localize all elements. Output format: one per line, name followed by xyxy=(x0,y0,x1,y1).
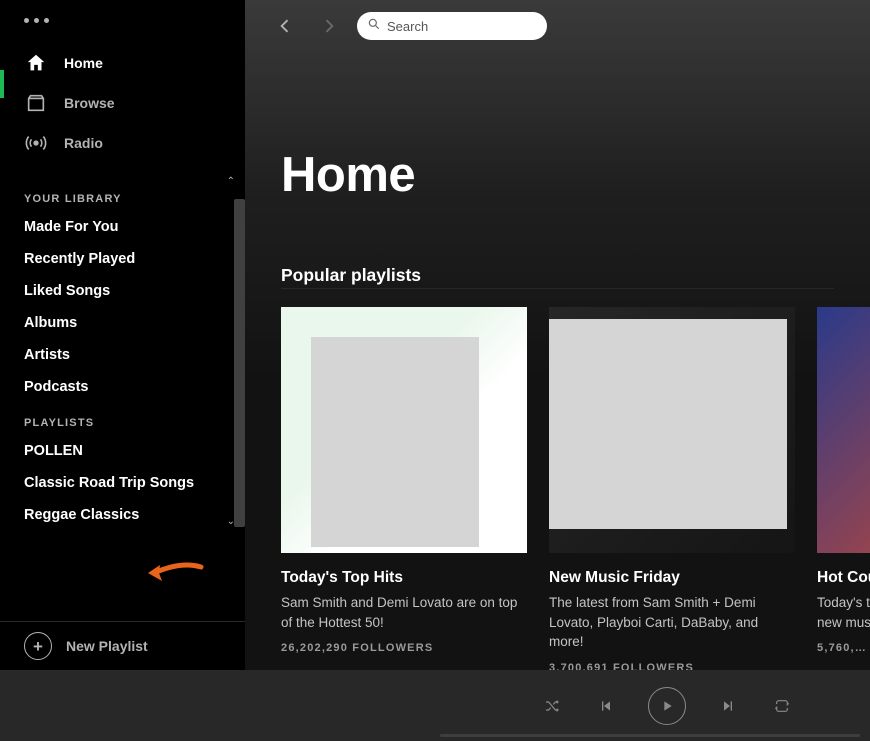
nav-browse-label: Browse xyxy=(64,95,115,111)
active-indicator xyxy=(0,70,4,98)
progress-bar[interactable] xyxy=(440,734,860,737)
scrollbar-thumb[interactable] xyxy=(234,199,245,527)
plus-icon: + xyxy=(24,632,52,660)
sidebar-item-podcasts[interactable]: Podcasts xyxy=(0,371,245,403)
radio-icon xyxy=(24,131,48,155)
search-box[interactable] xyxy=(357,12,547,40)
nav-forward-button[interactable] xyxy=(313,10,345,42)
new-playlist-button[interactable]: + New Playlist xyxy=(24,632,221,660)
nav-radio-label: Radio xyxy=(64,135,103,151)
sidebar-item-made-for-you[interactable]: Made For You xyxy=(0,211,245,243)
playlist-desc: Today's top country hits of the week, wi… xyxy=(817,593,870,632)
section-rule xyxy=(281,288,834,289)
sidebar-playlist-pollen[interactable]: POLLEN xyxy=(0,435,245,467)
playlist-card-todays-top-hits[interactable]: Today's Top Hits Sam Smith and Demi Lova… xyxy=(281,307,527,670)
library-heading: YOUR LIBRARY xyxy=(0,179,245,211)
playlist-followers: 26,202,290 FOLLOWERS xyxy=(281,642,527,654)
sidebar-scrollable: ⌃ YOUR LIBRARY Made For You Recently Pla… xyxy=(0,179,245,531)
nav-browse[interactable]: Browse xyxy=(8,83,237,123)
image-placeholder xyxy=(549,319,787,529)
playlist-title: New Music Friday xyxy=(549,569,795,587)
playlists-heading: PLAYLISTS xyxy=(0,403,245,435)
nav-radio[interactable]: Radio xyxy=(8,123,237,163)
player-bar xyxy=(0,670,870,741)
home-icon xyxy=(24,51,48,75)
main-content: Home Popular playlists Today's Top Hits … xyxy=(245,0,870,670)
playlist-cover xyxy=(281,307,527,553)
window-menu-dots[interactable] xyxy=(0,0,245,35)
playlist-desc: The latest from Sam Smith + Demi Lovato,… xyxy=(549,593,795,652)
playlist-card-new-music-friday[interactable]: New Music Friday The latest from Sam Smi… xyxy=(549,307,795,670)
playlist-cover xyxy=(817,307,870,553)
play-button[interactable] xyxy=(648,687,686,725)
top-bar xyxy=(245,0,870,52)
playlist-card-hot-country[interactable]: Hot Country Today's top country hits of … xyxy=(817,307,870,670)
repeat-button[interactable] xyxy=(770,694,794,718)
sidebar-playlist-classic-road-trip[interactable]: Classic Road Trip Songs xyxy=(0,467,245,499)
search-icon xyxy=(367,17,381,36)
sidebar-bottom: + New Playlist xyxy=(0,621,245,670)
nav-home[interactable]: Home xyxy=(8,43,237,83)
next-button[interactable] xyxy=(716,694,740,718)
nav-back-button[interactable] xyxy=(269,10,301,42)
search-input[interactable] xyxy=(387,19,537,34)
nav-home-label: Home xyxy=(64,55,103,71)
page-title: Home xyxy=(281,147,834,203)
scroll-up-icon[interactable]: ⌃ xyxy=(227,176,235,187)
sidebar-item-albums[interactable]: Albums xyxy=(0,307,245,339)
playlist-title: Hot Country xyxy=(817,569,870,587)
browse-icon xyxy=(24,91,48,115)
shuffle-button[interactable] xyxy=(540,694,564,718)
playlist-followers: 5,760,… FOLLOWERS xyxy=(817,642,870,654)
playlist-desc: Sam Smith and Demi Lovato are on top of … xyxy=(281,593,527,632)
nav-main: Home Browse Radio xyxy=(0,35,245,179)
new-playlist-label: New Playlist xyxy=(66,638,148,654)
playlist-cover xyxy=(549,307,795,553)
previous-button[interactable] xyxy=(594,694,618,718)
sidebar: Home Browse Radio ⌃ YOUR LIBRARY Made Fo… xyxy=(0,0,245,670)
sidebar-item-liked-songs[interactable]: Liked Songs xyxy=(0,275,245,307)
scroll-down-icon[interactable]: ⌄ xyxy=(227,516,235,527)
sidebar-playlist-reggae-classics[interactable]: Reggae Classics xyxy=(0,499,245,531)
image-placeholder xyxy=(311,337,479,547)
playlist-title: Today's Top Hits xyxy=(281,569,527,587)
sidebar-item-artists[interactable]: Artists xyxy=(0,339,245,371)
playlist-followers: 3,700,691 FOLLOWERS xyxy=(549,662,795,670)
sidebar-item-recently-played[interactable]: Recently Played xyxy=(0,243,245,275)
playlist-cards: Today's Top Hits Sam Smith and Demi Lova… xyxy=(281,307,834,670)
section-title-popular: Popular playlists xyxy=(281,265,834,286)
